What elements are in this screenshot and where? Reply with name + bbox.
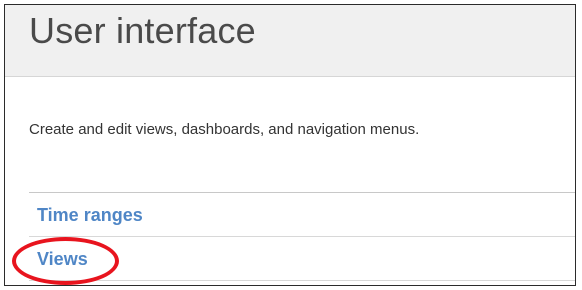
views-link[interactable]: Views bbox=[37, 249, 88, 270]
settings-link-list: Time ranges Views bbox=[29, 192, 575, 281]
page-title: User interface bbox=[29, 10, 256, 51]
page-description: Create and edit views, dashboards, and n… bbox=[29, 121, 420, 138]
page-header: User interface bbox=[5, 5, 575, 77]
list-item-views: Views bbox=[29, 237, 575, 281]
list-item-time-ranges: Time ranges bbox=[29, 193, 575, 237]
screenshot-frame: User interface Create and edit views, da… bbox=[4, 4, 576, 286]
time-ranges-link[interactable]: Time ranges bbox=[37, 205, 143, 226]
